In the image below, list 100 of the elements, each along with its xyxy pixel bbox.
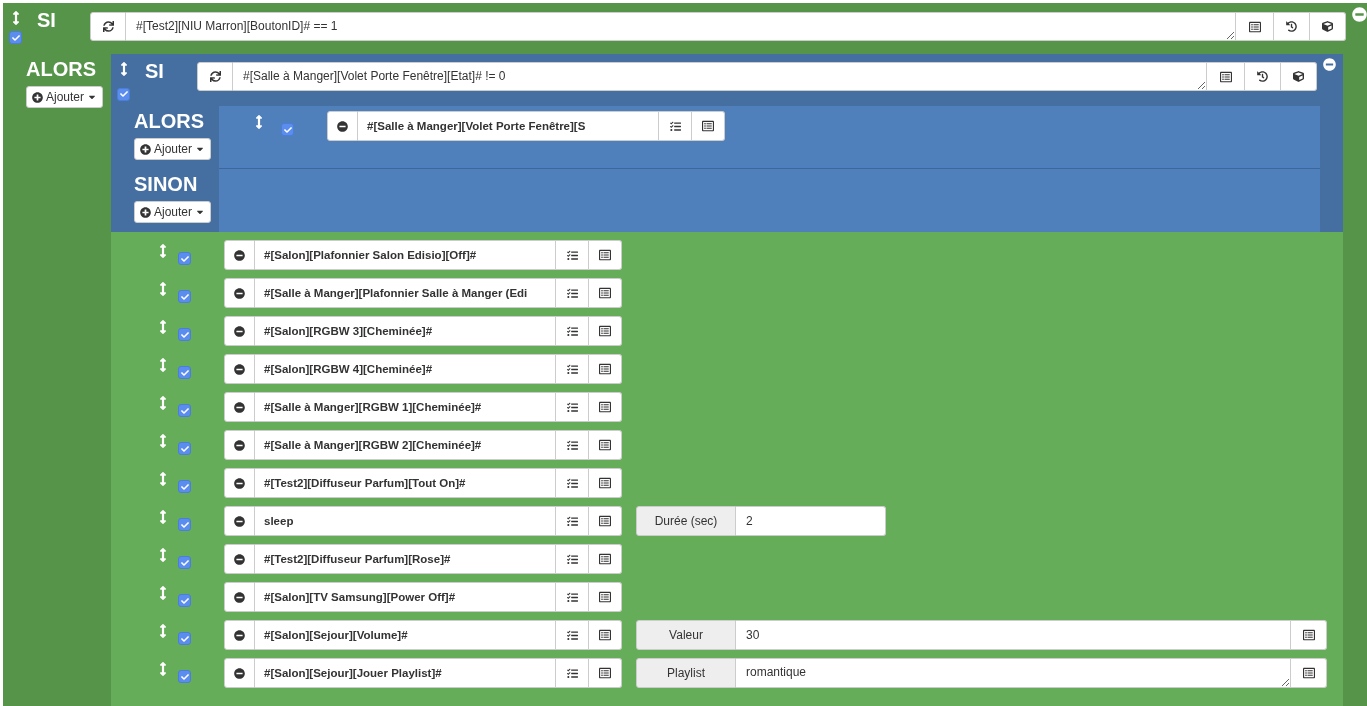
checkbox[interactable] bbox=[178, 328, 191, 341]
remove-button[interactable] bbox=[224, 658, 255, 688]
checkbox[interactable] bbox=[178, 670, 191, 683]
options-button[interactable] bbox=[556, 354, 589, 384]
list-button[interactable] bbox=[589, 354, 622, 384]
options-button[interactable] bbox=[556, 278, 589, 308]
option-label: Playlist bbox=[636, 658, 736, 688]
list-button[interactable] bbox=[1207, 62, 1245, 91]
checkbox[interactable] bbox=[178, 480, 191, 493]
list-button[interactable] bbox=[589, 430, 622, 460]
remove-button[interactable] bbox=[224, 316, 255, 346]
list-button[interactable] bbox=[589, 240, 622, 270]
list-button[interactable] bbox=[589, 582, 622, 612]
command-field[interactable]: #[Salon][RGBW 4][Cheminée]# bbox=[255, 354, 556, 384]
list-icon bbox=[702, 120, 714, 132]
history-icon bbox=[1286, 21, 1297, 32]
remove-button[interactable] bbox=[224, 278, 255, 308]
checkbox[interactable] bbox=[117, 87, 130, 101]
history-button[interactable] bbox=[1245, 62, 1281, 91]
checkbox[interactable] bbox=[178, 632, 191, 645]
remove-button[interactable] bbox=[224, 582, 255, 612]
list-icon bbox=[599, 629, 611, 641]
condition-field[interactable]: #[Test2][NIU Marron][BoutonID]# == 1 bbox=[126, 12, 1236, 41]
list-button[interactable] bbox=[589, 468, 622, 498]
checkbox[interactable] bbox=[178, 518, 191, 531]
options-button[interactable] bbox=[556, 620, 589, 650]
command-field[interactable]: #[Test2][Diffuseur Parfum][Tout On]# bbox=[255, 468, 556, 498]
options-button[interactable] bbox=[556, 468, 589, 498]
list-button[interactable] bbox=[589, 506, 622, 536]
command-field[interactable]: #[Salle à Manger][RGBW 1][Cheminée]# bbox=[255, 392, 556, 422]
history-button[interactable] bbox=[1274, 12, 1310, 41]
remove-button[interactable] bbox=[224, 468, 255, 498]
checkbox[interactable] bbox=[178, 556, 191, 569]
option-label: Durée (sec) bbox=[636, 506, 736, 536]
options-button[interactable] bbox=[556, 506, 589, 536]
checkbox[interactable] bbox=[178, 404, 191, 417]
options-button[interactable] bbox=[556, 240, 589, 270]
command-field[interactable]: #[Salle à Manger][RGBW 2][Cheminée]# bbox=[255, 430, 556, 460]
add-dropdown-button[interactable]: Ajouter bbox=[134, 138, 212, 160]
command-field[interactable]: #[Test2][Diffuseur Parfum][Rose]# bbox=[255, 544, 556, 574]
remove-block-icon[interactable] bbox=[1323, 58, 1336, 71]
list-button[interactable] bbox=[1236, 12, 1274, 41]
condition-field[interactable]: #[Salle à Manger][Volet Porte Fenêtre][Etat]# != 0 bbox=[233, 62, 1207, 91]
checkbox[interactable] bbox=[178, 290, 191, 303]
checkbox[interactable] bbox=[178, 594, 191, 607]
list-button[interactable] bbox=[692, 111, 725, 141]
option-field[interactable]: 2 bbox=[736, 506, 886, 536]
list-button[interactable] bbox=[589, 278, 622, 308]
options-button[interactable] bbox=[556, 430, 589, 460]
cube-button[interactable] bbox=[1310, 12, 1346, 41]
options-button[interactable] bbox=[556, 544, 589, 574]
add-dropdown-button[interactable]: Ajouter bbox=[134, 201, 212, 223]
minus-icon bbox=[337, 120, 348, 132]
command-field[interactable]: #[Salon][Sejour][Volume]# bbox=[255, 620, 556, 650]
options-button[interactable] bbox=[556, 582, 589, 612]
remove-button[interactable] bbox=[327, 111, 358, 141]
checkbox[interactable] bbox=[178, 252, 191, 265]
checkbox[interactable] bbox=[178, 366, 191, 379]
remove-block-icon[interactable] bbox=[1352, 7, 1367, 22]
remove-button[interactable] bbox=[224, 392, 255, 422]
remove-button[interactable] bbox=[224, 506, 255, 536]
then-label: ALORS bbox=[134, 110, 205, 132]
command-field[interactable]: #[Salle à Manger][Volet Porte Fenêtre][S bbox=[358, 111, 659, 141]
option-field[interactable]: 30 bbox=[736, 620, 1291, 650]
remove-button[interactable] bbox=[224, 544, 255, 574]
options-button[interactable] bbox=[556, 392, 589, 422]
checkbox[interactable] bbox=[178, 442, 191, 455]
checkmark-icon bbox=[180, 596, 189, 605]
options-button[interactable] bbox=[556, 658, 589, 688]
options-button[interactable] bbox=[659, 111, 692, 141]
cube-icon bbox=[1322, 21, 1333, 32]
remove-button[interactable] bbox=[224, 620, 255, 650]
refresh-button[interactable] bbox=[90, 12, 126, 41]
list-button[interactable] bbox=[589, 620, 622, 650]
remove-button[interactable] bbox=[224, 354, 255, 384]
list-button[interactable] bbox=[1291, 620, 1327, 650]
command-field[interactable]: #[Salon][Plafonnier Salon Edisio][Off]# bbox=[255, 240, 556, 270]
remove-button[interactable] bbox=[224, 430, 255, 460]
add-dropdown-button[interactable]: Ajouter bbox=[26, 86, 104, 108]
checkbox[interactable] bbox=[281, 123, 294, 136]
list-button[interactable] bbox=[589, 392, 622, 422]
command-field[interactable]: #[Salle à Manger][Plafonnier Salle à Manger (Edi bbox=[255, 278, 556, 308]
command-field[interactable]: #[Salon][Sejour][Jouer Playlist]# bbox=[255, 658, 556, 688]
cube-button[interactable] bbox=[1281, 62, 1317, 91]
list-button[interactable] bbox=[589, 658, 622, 688]
list-icon bbox=[1302, 629, 1315, 641]
minus-icon bbox=[234, 325, 245, 337]
command-field[interactable]: #[Salon][RGBW 3][Cheminée]# bbox=[255, 316, 556, 346]
option-field[interactable]: romantique bbox=[736, 658, 1291, 688]
checkbox[interactable] bbox=[9, 31, 22, 44]
list-icon bbox=[599, 667, 611, 679]
refresh-button[interactable] bbox=[197, 62, 233, 91]
command-field[interactable]: #[Salon][TV Samsung][Power Off]# bbox=[255, 582, 556, 612]
remove-button[interactable] bbox=[224, 240, 255, 270]
list-icon bbox=[599, 325, 611, 337]
list-button[interactable] bbox=[1291, 658, 1327, 688]
list-button[interactable] bbox=[589, 544, 622, 574]
list-button[interactable] bbox=[589, 316, 622, 346]
command-field[interactable]: sleep bbox=[255, 506, 556, 536]
options-button[interactable] bbox=[556, 316, 589, 346]
